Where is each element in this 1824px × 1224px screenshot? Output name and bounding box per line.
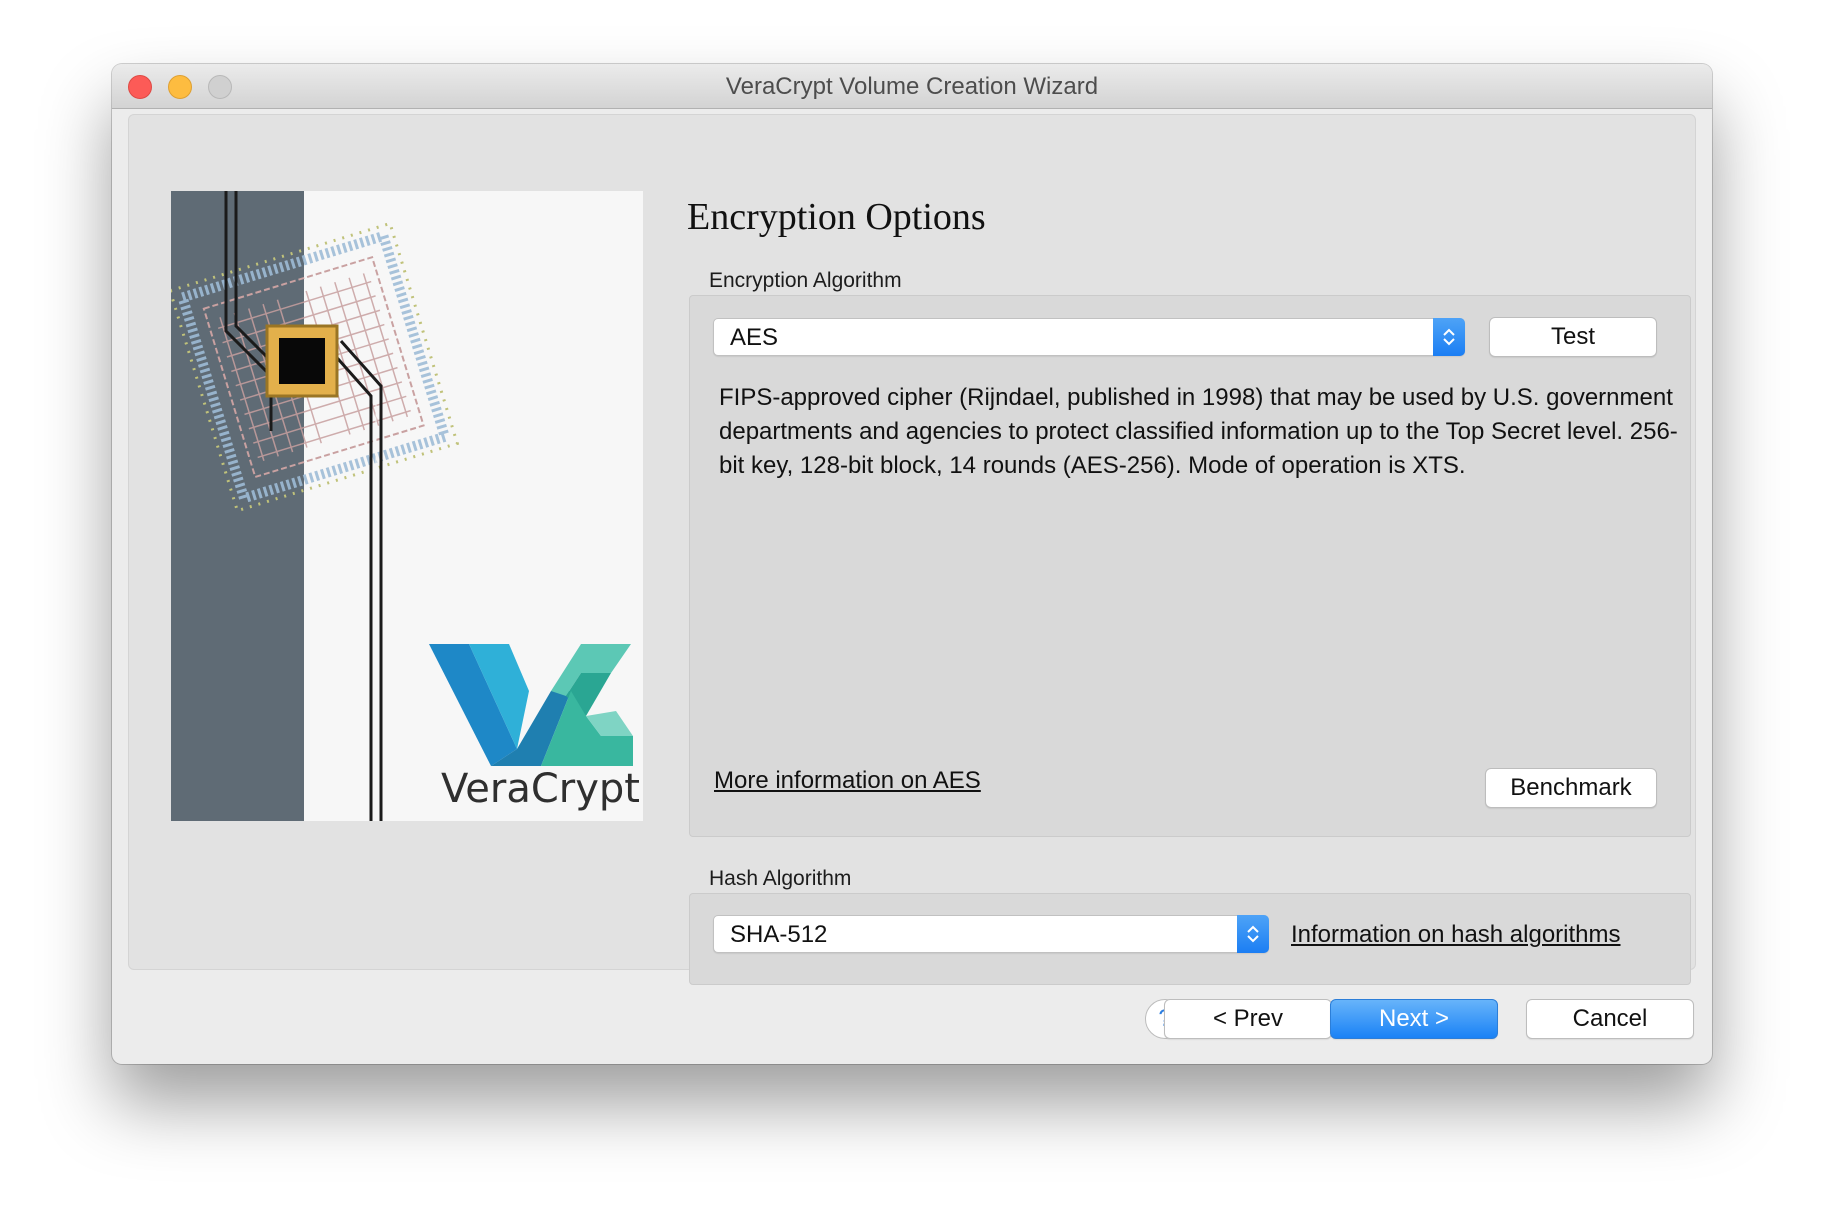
benchmark-button[interactable]: Benchmark	[1485, 768, 1657, 808]
encryption-algorithm-description: FIPS-approved cipher (Rijndael, publishe…	[719, 384, 1678, 479]
hash-algorithm-label: Hash Algorithm	[709, 867, 852, 890]
veracrypt-logo-text: VeraCrypt	[441, 766, 640, 812]
test-button[interactable]: Test	[1489, 317, 1657, 357]
hash-algorithm-value: SHA-512	[730, 921, 828, 948]
content-panel: VeraCrypt Encryption Options Encryption …	[128, 114, 1696, 985]
select-arrows-icon	[1237, 915, 1269, 953]
title-bar[interactable]: VeraCrypt Volume Creation Wizard	[112, 64, 1712, 109]
encryption-algorithm-value: AES	[730, 324, 779, 351]
select-arrows-icon	[1433, 318, 1465, 356]
wizard-window: VeraCrypt Volume Creation Wizard VeraCry…	[112, 64, 1712, 1064]
window-title: VeraCrypt Volume Creation Wizard	[725, 73, 1099, 100]
more-info-aes-link[interactable]: More information on AES	[714, 767, 981, 795]
hash-algorithms-info-link[interactable]: Information on hash algorithms	[1291, 921, 1621, 949]
cancel-button[interactable]: Cancel	[1526, 999, 1694, 1039]
prev-button[interactable]: < Prev	[1164, 999, 1332, 1039]
hash-algorithm-select[interactable]: SHA-512	[713, 915, 1269, 953]
encryption-algorithm-select[interactable]: AES	[713, 318, 1465, 356]
encryption-algorithm-group	[689, 295, 1691, 837]
page-title: Encryption Options	[687, 196, 986, 238]
wizard-side-image: VeraCrypt	[171, 191, 643, 821]
next-button[interactable]: Next >	[1330, 999, 1498, 1039]
encryption-algorithm-label: Encryption Algorithm	[709, 269, 902, 292]
